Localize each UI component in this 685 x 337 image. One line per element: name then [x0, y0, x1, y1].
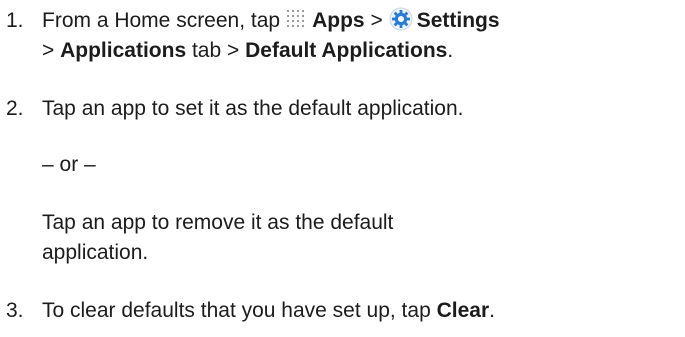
instruction-page: { "steps": [ { "number": "1.", "line1": …: [0, 0, 685, 337]
or-separator: – or –: [42, 153, 96, 176]
step-number: 3.: [6, 299, 24, 322]
period: .: [447, 39, 454, 62]
clear-label: Clear: [436, 299, 490, 322]
step-1-line-2: > Applications tab > Default Application…: [42, 36, 453, 66]
period: .: [489, 299, 495, 322]
step-number: 2.: [6, 97, 24, 120]
tab-text: tab >: [191, 39, 240, 62]
separator: >: [370, 9, 383, 32]
settings-label: Settings: [416, 9, 500, 32]
step-1-line-1: From a Home screen, tap Apps > Settings: [42, 6, 500, 40]
apps-label: Apps: [312, 9, 365, 32]
step-2-alt-line-1: Tap an app to remove it as the default: [42, 211, 394, 234]
step-2-text: Tap an app to set it as the default appl…: [42, 97, 464, 120]
step-2-alt-line-2: application.: [42, 241, 149, 264]
separator: >: [42, 39, 55, 62]
step-number: 1.: [6, 9, 24, 32]
step-1-intro: From a Home screen, tap: [42, 9, 281, 32]
step-3-text: To clear defaults that you have set up, …: [42, 296, 495, 326]
default-applications-label: Default Applications: [245, 39, 448, 62]
step-3-intro: To clear defaults that you have set up, …: [42, 299, 431, 322]
applications-label: Applications: [60, 39, 187, 62]
